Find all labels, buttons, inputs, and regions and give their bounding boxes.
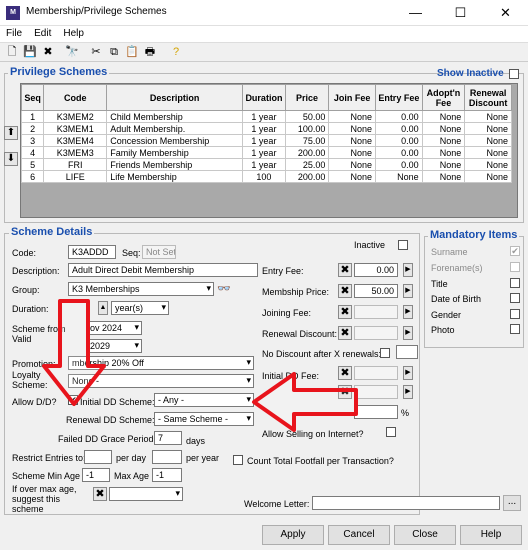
annotation-arrows: [42, 299, 358, 432]
down-arrow-icon: [42, 299, 106, 406]
left-arrow-icon: [252, 372, 358, 432]
